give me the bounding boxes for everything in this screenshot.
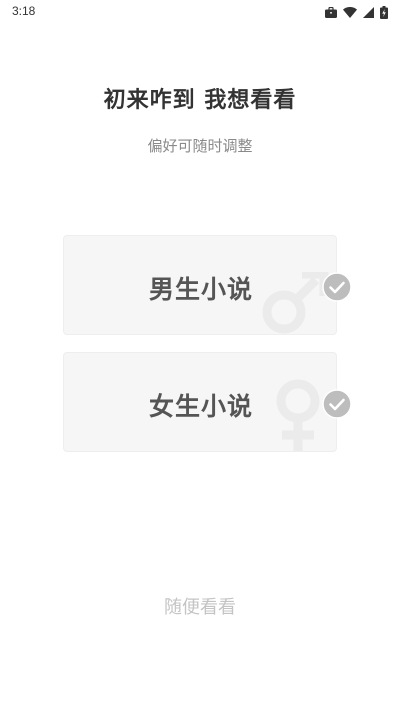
male-check-icon[interactable] [322,272,352,302]
briefcase-icon [325,6,337,18]
status-icons [325,5,388,19]
male-novel-label: 男生小说 [148,275,253,304]
wifi-icon [343,6,357,18]
signal-icon [363,6,374,18]
female-novel-option[interactable]: 女生小说 [63,352,337,452]
female-check-icon[interactable] [322,389,352,419]
status-time: 3:18 [12,4,36,18]
page-subtitle: 偏好可随时调整 [147,137,253,155]
page-title: 初来咋到 我想看看 [103,88,297,113]
male-novel-option[interactable]: 男生小说 [63,235,337,335]
female-novel-label: 女生小说 [148,392,253,421]
status-bar: 3:18 [0,0,400,24]
battery-charging-icon [380,5,388,19]
browse-casually-button[interactable]: 随便看看 [0,593,400,619]
